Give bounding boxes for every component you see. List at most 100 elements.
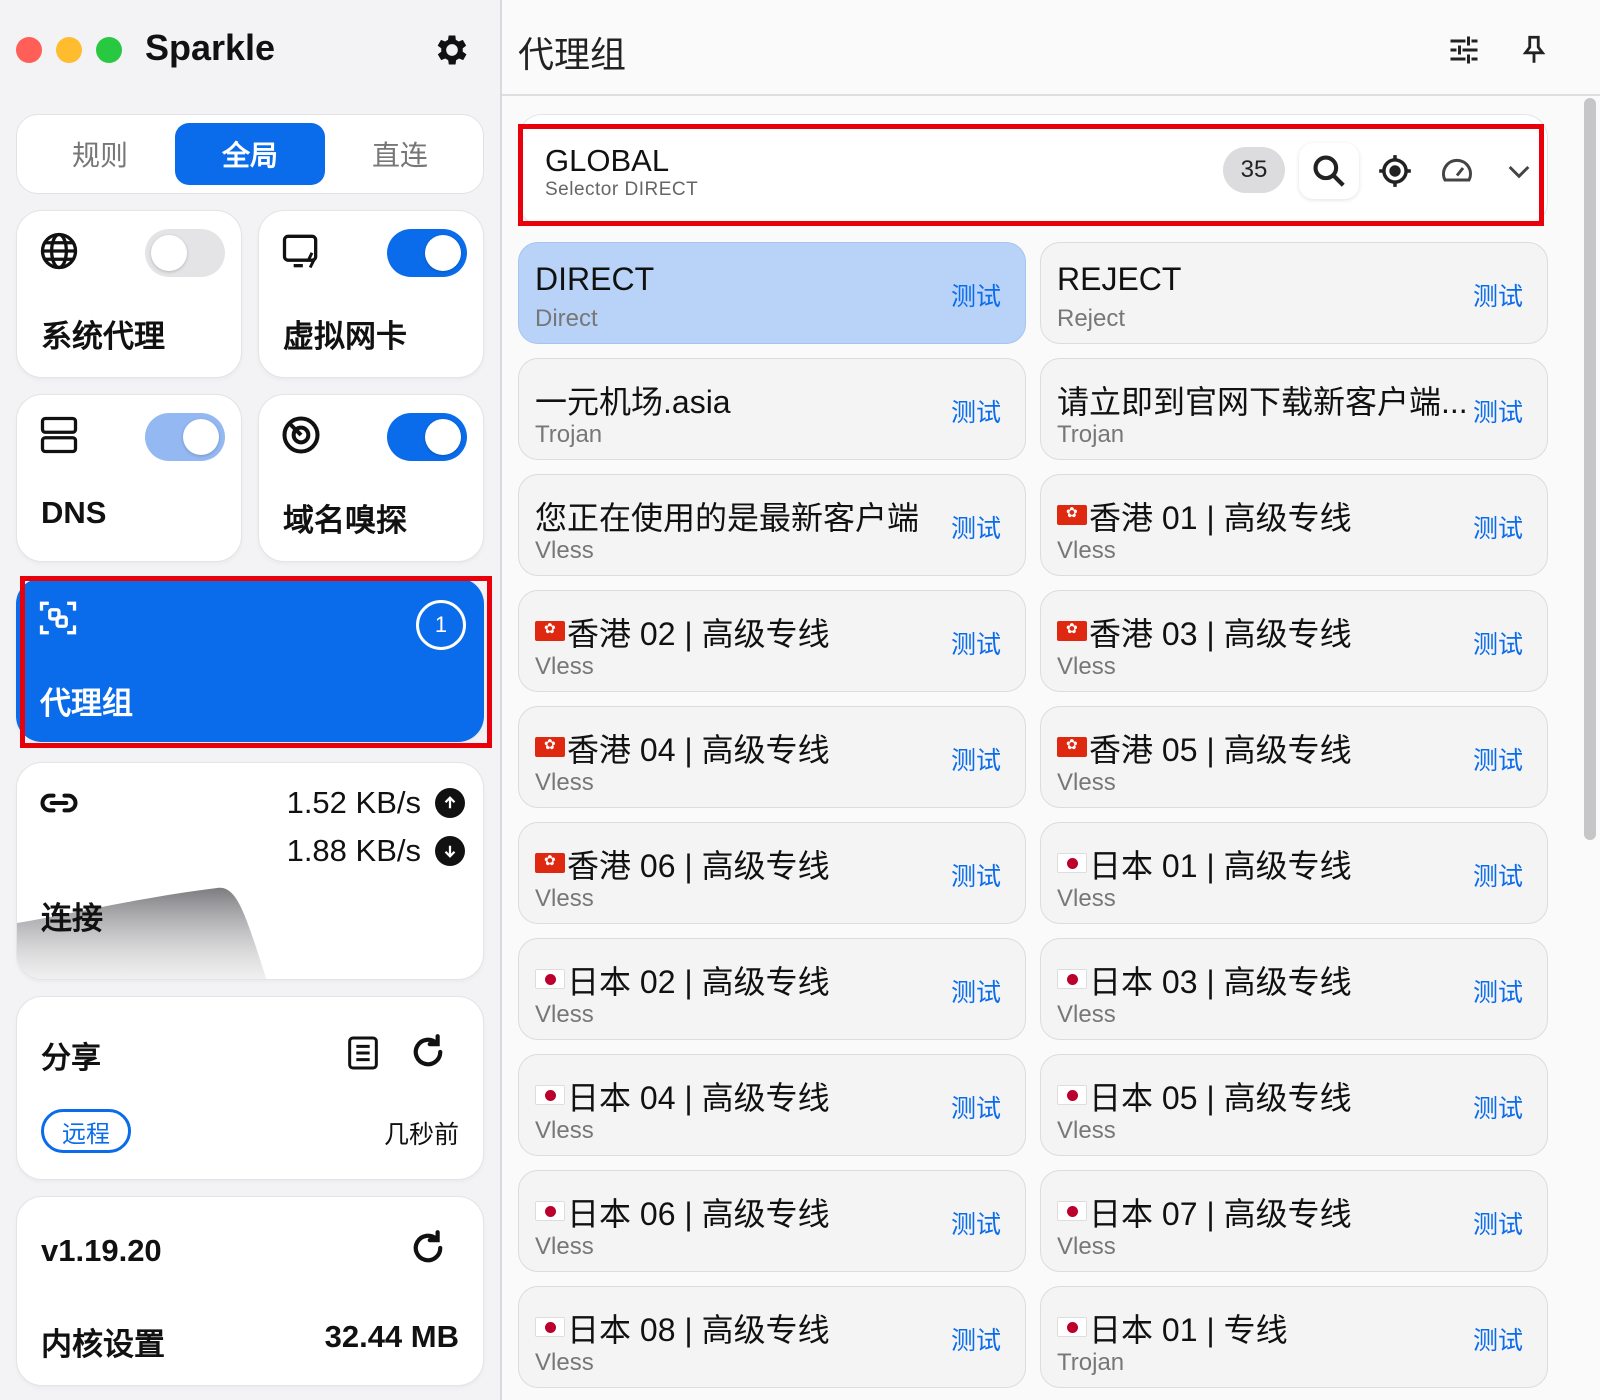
proxy-card[interactable]: 日本 08 | 高级专线 Vless 测试	[518, 1286, 1026, 1388]
proxy-card[interactable]: 香港 02 | 高级专线Vless 测试	[518, 590, 1026, 692]
locate-button[interactable]	[1365, 143, 1425, 199]
proxy-card[interactable]: 香港 05 | 高级专线Vless 测试	[1040, 706, 1548, 808]
proxy-test-button[interactable]: 测试	[951, 393, 1001, 429]
proxy-card[interactable]: 香港 06 | 高级专线Vless 测试	[518, 822, 1026, 924]
proxy-test-button[interactable]: 测试	[1473, 1321, 1523, 1357]
proxy-test-button[interactable]: 测试	[951, 277, 1001, 313]
system-proxy-card[interactable]: 系统代理	[16, 210, 242, 378]
proxy-name: 香港 04 | 高级专线	[535, 725, 830, 771]
tab-rule[interactable]: 规则	[25, 123, 175, 185]
proxy-card[interactable]: 日本 07 | 高级专线 Vless 测试	[1040, 1170, 1548, 1272]
proxy-card[interactable]: 您正在使用的是最新客户端 Vless 测试	[518, 474, 1026, 576]
dns-card[interactable]: DNS	[16, 394, 242, 562]
dns-toggle[interactable]	[145, 413, 225, 461]
proxy-type: Vless	[1057, 1233, 1116, 1260]
core-card[interactable]: v1.19.20 内核设置 32.44 MB	[16, 1196, 484, 1386]
proxy-card[interactable]: 日本 01 | 高级专线 Vless 测试	[1040, 822, 1548, 924]
proxy-type: Vless	[535, 769, 594, 796]
japan-flag-icon	[535, 1317, 565, 1337]
proxy-test-button[interactable]: 测试	[951, 857, 1001, 893]
proxy-test-button[interactable]: 测试	[951, 509, 1001, 545]
share-time: 几秒前	[383, 1121, 459, 1149]
sniffer-label: 域名嗅探	[283, 503, 407, 538]
proxy-name: 请立即到官网下载新客户端...	[1057, 377, 1468, 423]
tab-global[interactable]: 全局	[175, 123, 325, 185]
proxy-name-text: DIRECT	[535, 261, 655, 297]
proxy-test-button[interactable]: 测试	[1473, 625, 1523, 661]
proxy-name-text: REJECT	[1057, 261, 1182, 297]
share-document-button[interactable]	[343, 1033, 383, 1073]
proxy-test-button[interactable]: 测试	[951, 625, 1001, 661]
proxy-test-button[interactable]: 测试	[1473, 1089, 1523, 1125]
core-settings-label: 内核设置	[41, 1327, 165, 1362]
proxy-test-button[interactable]: 测试	[1473, 509, 1523, 545]
proxy-card[interactable]: 日本 04 | 高级专线 Vless 测试	[518, 1054, 1026, 1156]
window-zoom-button[interactable]	[96, 37, 122, 63]
latency-test-button[interactable]	[1427, 143, 1487, 199]
proxy-test-button[interactable]: 测试	[951, 1205, 1001, 1241]
collapse-button[interactable]	[1489, 143, 1549, 199]
proxy-test-button[interactable]: 测试	[1473, 741, 1523, 777]
proxy-card[interactable]: REJECT Reject 测试	[1040, 242, 1548, 344]
connections-label: 连接	[41, 901, 103, 936]
virtual-nic-card[interactable]: 虚拟网卡	[258, 210, 484, 378]
window-minimize-button[interactable]	[56, 37, 82, 63]
proxy-test-button[interactable]: 测试	[951, 741, 1001, 777]
remote-badge: 远程	[41, 1109, 131, 1153]
proxy-card[interactable]: 日本 01 | 专线 Trojan 测试	[1040, 1286, 1548, 1388]
search-button[interactable]	[1299, 143, 1359, 199]
proxy-type: Vless	[1057, 1001, 1116, 1028]
sniffer-toggle[interactable]	[387, 413, 467, 461]
hong-kong-flag-icon	[535, 620, 565, 641]
proxy-test-button[interactable]: 测试	[1473, 973, 1523, 1009]
share-refresh-button[interactable]	[407, 1031, 449, 1073]
proxy-card[interactable]: 请立即到官网下载新客户端... Trojan 测试	[1040, 358, 1548, 460]
proxy-card[interactable]: 一元机场.asia Trojan 测试	[518, 358, 1026, 460]
proxy-test-button[interactable]: 测试	[951, 973, 1001, 1009]
share-card[interactable]: 分享 远程 几秒前	[16, 996, 484, 1180]
window-close-button[interactable]	[16, 37, 42, 63]
proxy-name-text: 日本 08 | 高级专线	[567, 1312, 830, 1348]
proxy-test-button[interactable]: 测试	[1473, 393, 1523, 429]
system-proxy-toggle[interactable]	[145, 229, 225, 277]
proxy-group-label: 代理组	[40, 686, 133, 721]
proxy-test-button[interactable]: 测试	[1473, 857, 1523, 893]
proxy-card[interactable]: 日本 06 | 高级专线 Vless 测试	[518, 1170, 1026, 1272]
proxy-card[interactable]: DIRECT Direct 测试	[518, 242, 1026, 344]
main-header: 代理组	[502, 0, 1600, 96]
proxy-group-card[interactable]: 1 代理组	[16, 578, 484, 742]
sniffer-card[interactable]: 域名嗅探	[258, 394, 484, 562]
tab-direct[interactable]: 直连	[325, 123, 475, 185]
refresh-icon	[413, 1034, 443, 1067]
proxy-card[interactable]: 香港 04 | 高级专线Vless 测试	[518, 706, 1026, 808]
proxy-name-text: 日本 05 | 高级专线	[1089, 1080, 1352, 1116]
filter-settings-button[interactable]	[1442, 28, 1486, 72]
proxy-name: REJECT	[1057, 261, 1181, 298]
proxy-type: Vless	[1057, 653, 1116, 680]
proxy-group-header[interactable]: GLOBAL Selector DIRECT 35	[518, 114, 1548, 226]
proxy-name-text: 日本 01 | 专线	[1089, 1312, 1288, 1348]
japan-flag-icon	[535, 969, 565, 989]
core-refresh-button[interactable]	[407, 1227, 449, 1269]
virtual-nic-label: 虚拟网卡	[283, 319, 407, 354]
proxy-card[interactable]: 日本 03 | 高级专线 Vless 测试	[1040, 938, 1548, 1040]
proxy-card[interactable]: 日本 05 | 高级专线 Vless 测试	[1040, 1054, 1548, 1156]
proxy-name: 日本 08 | 高级专线	[535, 1305, 830, 1351]
pin-button[interactable]	[1512, 28, 1556, 72]
settings-button[interactable]	[430, 28, 474, 72]
mode-tabs: 规则 全局 直连	[16, 114, 484, 194]
proxy-name-text: 日本 04 | 高级专线	[567, 1080, 830, 1116]
proxy-type: Vless	[535, 653, 594, 680]
scrollbar[interactable]	[1584, 98, 1596, 840]
virtual-nic-toggle[interactable]	[387, 229, 467, 277]
proxy-name-text: 香港 01 | 高级专线	[1089, 500, 1352, 536]
proxy-test-button[interactable]: 测试	[951, 1089, 1001, 1125]
proxy-name-text: 日本 01 | 高级专线	[1089, 848, 1352, 884]
proxy-card[interactable]: 香港 01 | 高级专线Vless 测试	[1040, 474, 1548, 576]
proxy-test-button[interactable]: 测试	[1473, 277, 1523, 313]
proxy-test-button[interactable]: 测试	[1473, 1205, 1523, 1241]
proxy-test-button[interactable]: 测试	[951, 1321, 1001, 1357]
proxy-card[interactable]: 香港 03 | 高级专线Vless 测试	[1040, 590, 1548, 692]
proxy-card[interactable]: 日本 02 | 高级专线 Vless 测试	[518, 938, 1026, 1040]
connections-card[interactable]: 1.52 KB/s 1.88 KB/s 连接	[16, 762, 484, 980]
